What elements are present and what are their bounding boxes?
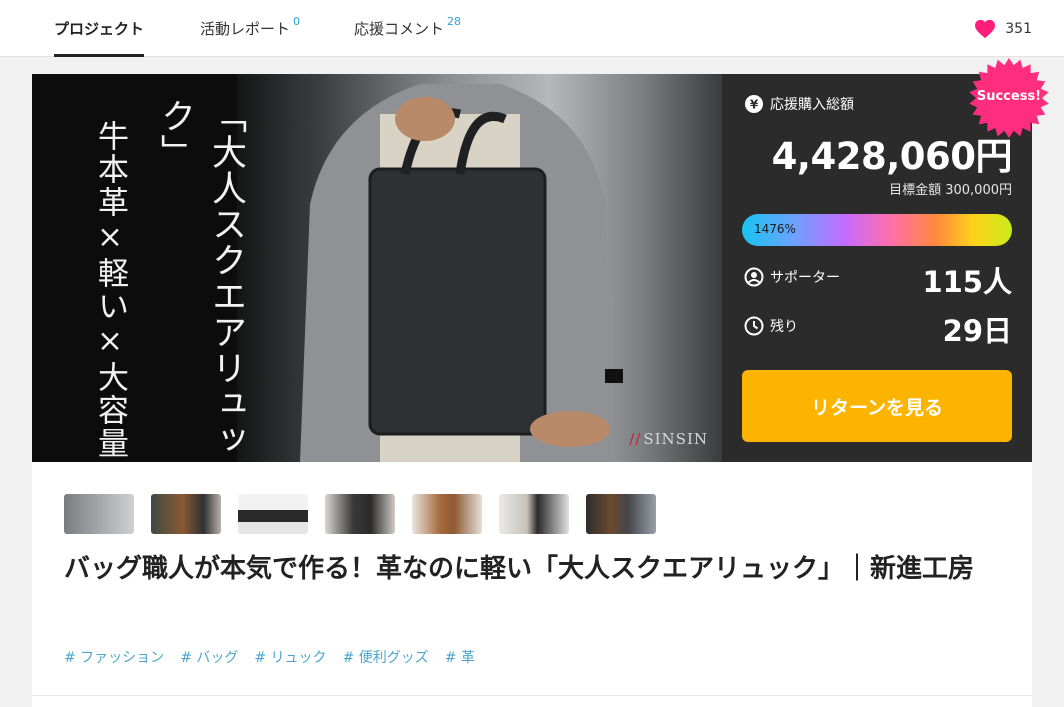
- goal-amount: 目標金額 300,000円: [889, 183, 1012, 198]
- thumbnail[interactable]: [238, 494, 308, 534]
- like-count: 351: [1005, 20, 1032, 37]
- user-icon: [744, 267, 764, 287]
- heart-icon: [975, 19, 996, 38]
- supporters-value: 115人: [922, 265, 1012, 299]
- divider: [32, 695, 1032, 696]
- tag-leather[interactable]: # 革: [445, 647, 475, 667]
- hero-subline: 牛本革×軽い×大容量: [92, 120, 128, 460]
- project-title: バッグ職人が本気で作る！革なのに軽い「大人スクエアリュック」｜新進工房: [64, 554, 975, 584]
- tag-list: # ファッション # バッグ # リュック # 便利グッズ # 革: [64, 647, 491, 667]
- hero-image[interactable]: 「大人スクエアリュック」 牛本革×軽い×大容量 //SINSIN: [32, 74, 722, 462]
- thumbnail-strip: [64, 494, 673, 534]
- tab-project-label: プロジェクト: [54, 20, 145, 38]
- thumbnail[interactable]: [412, 494, 482, 534]
- remaining-label: 残り: [770, 319, 798, 335]
- support-comments-count: 28: [447, 15, 462, 28]
- activity-report-count: 0: [293, 15, 301, 28]
- supporters-label-row: サポーター: [744, 267, 840, 287]
- thumbnail[interactable]: [586, 494, 656, 534]
- thumbnail[interactable]: [499, 494, 569, 534]
- tag-backpack[interactable]: # リュック: [254, 647, 326, 667]
- remaining-value: 29日: [942, 314, 1012, 348]
- progress-percent: 1476%: [754, 222, 796, 236]
- backpack-photo: [300, 84, 623, 462]
- tab-activity-report[interactable]: 活動レポート 0: [200, 0, 300, 57]
- tag-bag[interactable]: # バッグ: [180, 647, 238, 667]
- top-nav: プロジェクト 活動レポート 0 応援コメント 28 351: [0, 0, 1064, 57]
- view-returns-button[interactable]: リターンを見る: [742, 370, 1012, 442]
- supporters-label: サポーター: [770, 270, 840, 286]
- hero-headline: 「大人スクエアリュック」: [155, 98, 246, 458]
- thumbnail[interactable]: [325, 494, 395, 534]
- clock-icon: [744, 316, 764, 336]
- thumbnail[interactable]: [151, 494, 221, 534]
- remaining-label-row: 残り: [744, 316, 798, 336]
- like-button[interactable]: 351: [974, 0, 1032, 57]
- brand-logo: //SINSIN: [629, 430, 708, 448]
- total-label: 応援購入総額: [770, 97, 854, 113]
- tab-project[interactable]: プロジェクト: [54, 0, 145, 57]
- tab-support-comments-label: 応援コメント: [354, 20, 445, 38]
- svg-text:¥: ¥: [750, 98, 759, 112]
- tag-fashion[interactable]: # ファッション: [64, 647, 164, 667]
- thumbnail[interactable]: [64, 494, 134, 534]
- tab-support-comments[interactable]: 応援コメント 28: [354, 0, 461, 57]
- tab-activity-report-label: 活動レポート: [200, 20, 291, 38]
- project-card: バッグ職人が本気で作る！革なのに軽い「大人スクエアリュック」｜新進工房 # ファ…: [32, 462, 1032, 707]
- yen-icon: ¥: [745, 95, 763, 113]
- success-badge: Success!: [976, 89, 1042, 104]
- tag-useful-goods[interactable]: # 便利グッズ: [343, 647, 429, 667]
- progress-bar: 1476%: [742, 214, 1012, 246]
- total-label-row: ¥ 応援購入総額: [744, 94, 854, 114]
